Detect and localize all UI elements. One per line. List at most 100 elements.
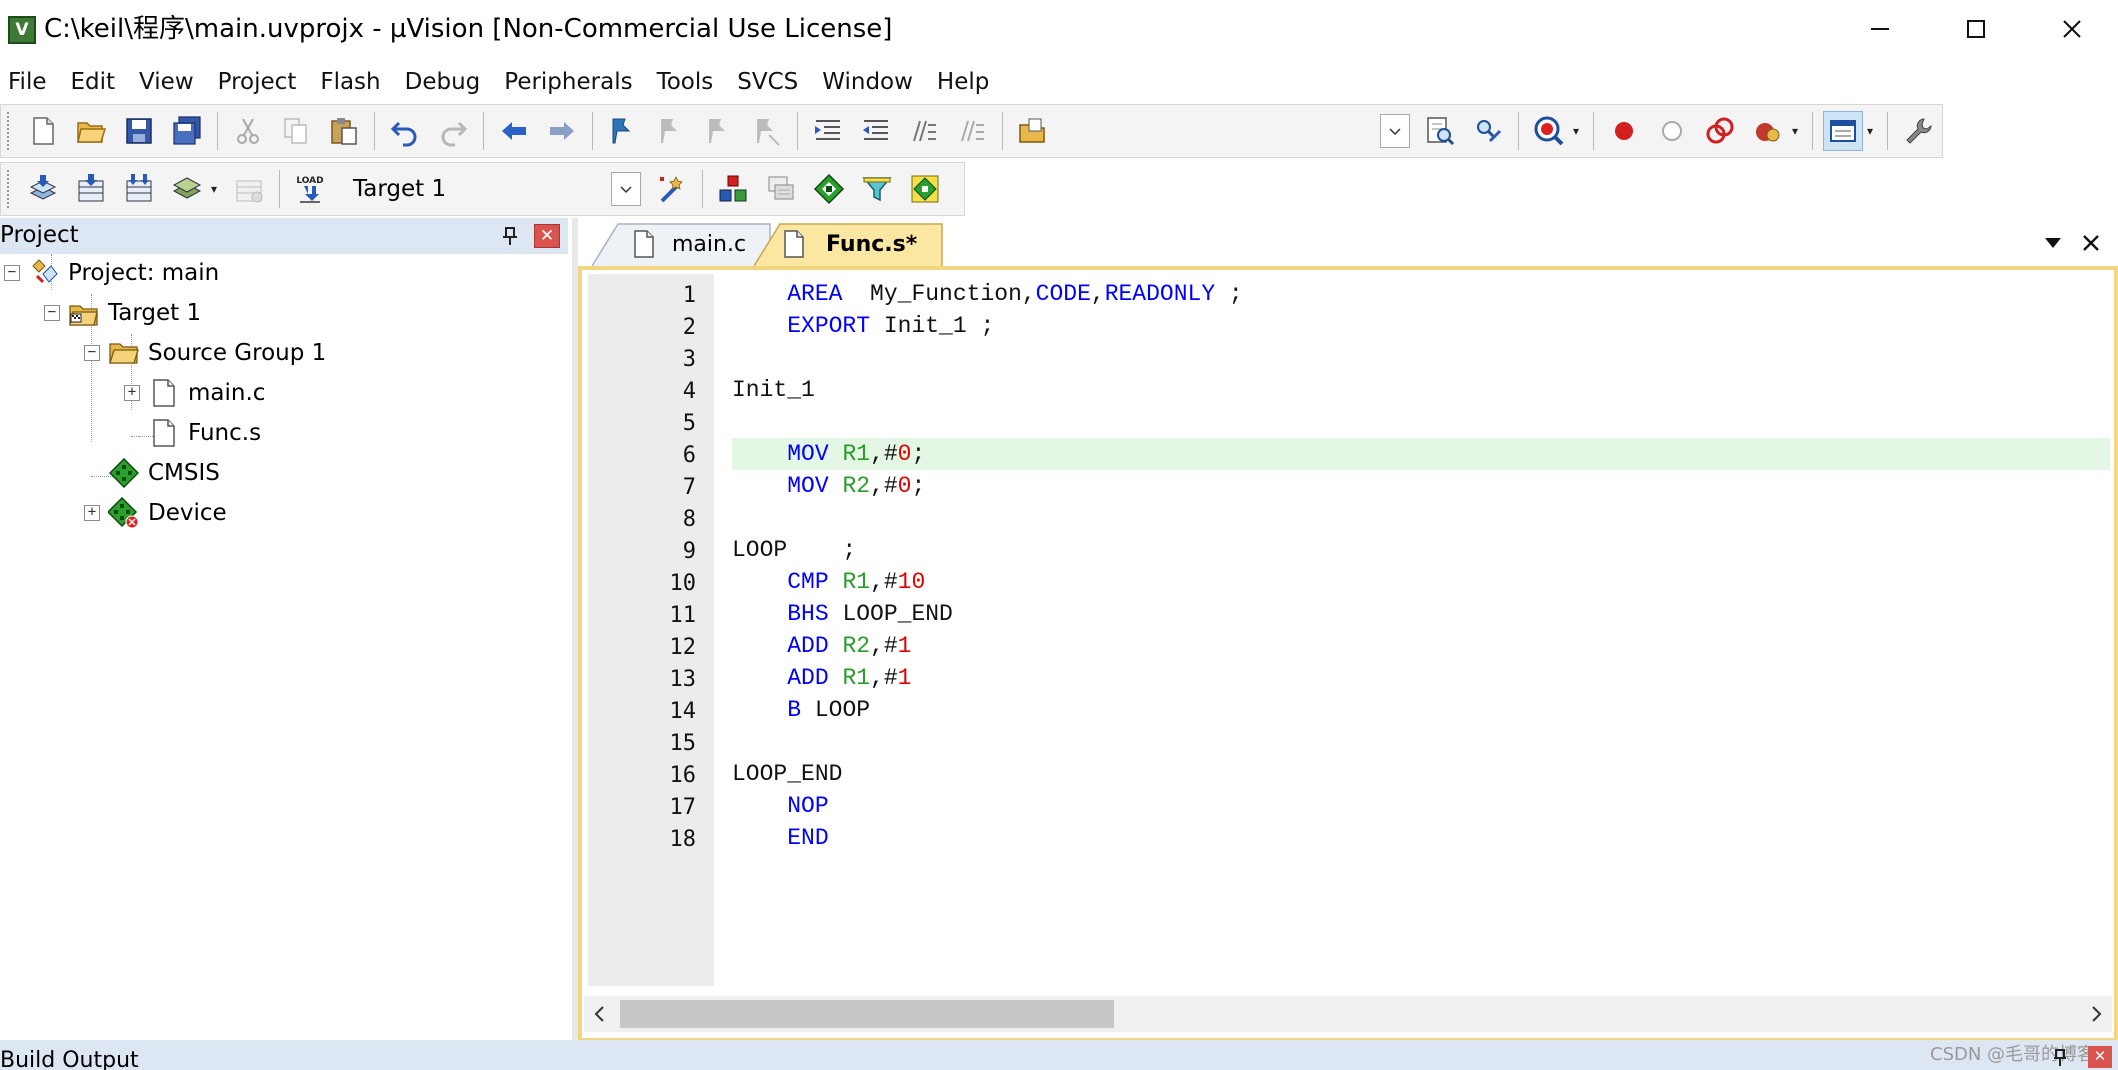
enable-breakpoint-button[interactable] [1652, 111, 1692, 151]
code-line[interactable]: LOOP ; [732, 534, 856, 566]
expand-toggle[interactable]: + [124, 385, 140, 401]
navigate-back-button[interactable] [494, 111, 534, 151]
toolbar-grip[interactable] [7, 112, 13, 150]
open-configuration-button[interactable] [1013, 111, 1053, 151]
cut-button[interactable] [228, 111, 268, 151]
software-packs-button[interactable] [905, 169, 945, 209]
pack-installer-button[interactable] [857, 169, 897, 209]
comment-selection-button[interactable] [904, 111, 944, 151]
configure-button[interactable] [1898, 111, 1938, 151]
collapse-toggle[interactable]: − [44, 305, 60, 321]
menu-edit[interactable]: Edit [61, 63, 130, 101]
insert-bookmark-button[interactable] [603, 111, 643, 151]
incremental-find-button[interactable] [1468, 111, 1508, 151]
window-layout-button[interactable] [1823, 111, 1863, 151]
find-in-files-button[interactable] [1420, 111, 1460, 151]
translate-button[interactable] [23, 169, 63, 209]
build-output-close-button[interactable]: ✕ [2088, 1046, 2112, 1068]
batch-build-dropdown[interactable]: ▾ [207, 169, 221, 209]
previous-bookmark-button[interactable] [651, 111, 691, 151]
tree-node-project[interactable]: − Project: main [0, 254, 219, 292]
menu-flash[interactable]: Flash [310, 63, 394, 101]
scroll-left-button[interactable] [584, 996, 616, 1032]
code-line[interactable]: LOOP_END [732, 758, 842, 790]
menu-peripherals[interactable]: Peripherals [494, 63, 646, 101]
code-line[interactable]: ADD R2,#1 [732, 630, 911, 662]
insert-breakpoint-button[interactable] [1604, 111, 1644, 151]
pin-icon[interactable] [2050, 1048, 2070, 1068]
menu-project[interactable]: Project [208, 63, 311, 101]
tab-func-s[interactable]: Func.s* [754, 222, 944, 266]
kill-all-breakpoints-button[interactable] [1748, 111, 1788, 151]
pin-icon[interactable] [498, 224, 522, 248]
tree-node-file-func-s[interactable]: Func.s [120, 414, 261, 452]
toolbar-grip[interactable] [7, 170, 13, 208]
code-editor[interactable]: 1 2 3 4 5 6 7 8 9 10 11 12 13 14 15 16 17 18 AREA My_Func… [578, 266, 2118, 1042]
tree-node-target[interactable]: − Target 1 [40, 294, 201, 332]
redo-button[interactable] [433, 111, 473, 151]
paste-button[interactable] [324, 111, 364, 151]
save-button[interactable] [119, 111, 159, 151]
clear-bookmarks-button[interactable] [747, 111, 787, 151]
manage-project-items-button[interactable] [713, 169, 753, 209]
menu-file[interactable]: File [0, 63, 61, 101]
project-panel-close-button[interactable]: ✕ [534, 224, 560, 248]
undo-button[interactable] [385, 111, 425, 151]
code-line[interactable]: B LOOP [732, 694, 870, 726]
build-button[interactable] [71, 169, 111, 209]
menu-svcs[interactable]: SVCS [727, 63, 812, 101]
select-packs-button[interactable] [761, 169, 801, 209]
code-line[interactable]: BHS LOOP_END [732, 598, 953, 630]
tab-list-dropdown[interactable] [2040, 230, 2066, 256]
breakpoints-dropdown[interactable]: ▾ [1788, 111, 1802, 151]
code-line[interactable]: AREA My_Function,CODE,READONLY ; [732, 278, 1243, 310]
collapse-toggle[interactable]: − [4, 265, 20, 281]
expand-toggle[interactable]: + [84, 505, 100, 521]
close-tab-button[interactable] [2078, 230, 2104, 256]
menu-window[interactable]: Window [812, 63, 927, 101]
tree-node-device[interactable]: + Device [80, 494, 227, 532]
tree-node-cmsis[interactable]: CMSIS [80, 454, 220, 492]
code-line[interactable]: MOV R2,#0; [732, 470, 925, 502]
horizontal-scrollbar[interactable] [584, 996, 2112, 1032]
tab-main-c[interactable]: main.c [592, 222, 772, 266]
run-time-environment-button[interactable] [809, 169, 849, 209]
save-all-button[interactable] [167, 111, 207, 151]
menu-tools[interactable]: Tools [647, 63, 728, 101]
batch-build-button[interactable] [167, 169, 207, 209]
code-line[interactable]: CMP R1,#10 [732, 566, 925, 598]
code-line[interactable]: Init_1 [732, 374, 815, 406]
menu-debug[interactable]: Debug [395, 63, 495, 101]
tree-node-file-main-c[interactable]: + main.c [120, 374, 265, 412]
open-file-button[interactable] [71, 111, 111, 151]
collapse-toggle[interactable]: − [84, 345, 100, 361]
unindent-button[interactable] [856, 111, 896, 151]
uncomment-selection-button[interactable] [952, 111, 992, 151]
target-select-dropdown[interactable] [611, 172, 641, 206]
navigate-forward-button[interactable] [542, 111, 582, 151]
scroll-right-button[interactable] [2080, 996, 2112, 1032]
new-file-button[interactable] [23, 111, 63, 151]
minimize-button[interactable] [1834, 0, 1926, 58]
target-select[interactable]: Target 1 [342, 170, 642, 208]
debug-session-dropdown[interactable]: ▾ [1569, 111, 1583, 151]
disable-all-breakpoints-button[interactable] [1700, 111, 1740, 151]
menu-help[interactable]: Help [927, 63, 1003, 101]
code-text-area[interactable]: AREA My_Function,CODE,READONLY ; EXPORT … [732, 272, 2114, 986]
rebuild-button[interactable] [119, 169, 159, 209]
copy-button[interactable] [276, 111, 316, 151]
debug-session-button[interactable] [1529, 111, 1569, 151]
download-button[interactable]: LOAD [290, 169, 330, 209]
window-layout-dropdown[interactable]: ▾ [1863, 111, 1877, 151]
menu-view[interactable]: View [129, 63, 208, 101]
code-line[interactable]: ADD R1,#1 [732, 662, 911, 694]
next-bookmark-button[interactable] [699, 111, 739, 151]
maximize-button[interactable] [1930, 0, 2022, 58]
stop-build-button[interactable] [229, 169, 269, 209]
find-combo-dropdown[interactable] [1380, 114, 1410, 148]
code-line[interactable]: END [732, 822, 828, 854]
code-line[interactable]: MOV R1,#0; [732, 438, 925, 470]
code-line[interactable]: NOP [732, 790, 828, 822]
options-for-target-button[interactable] [652, 169, 692, 209]
scrollbar-thumb[interactable] [620, 1000, 1114, 1028]
